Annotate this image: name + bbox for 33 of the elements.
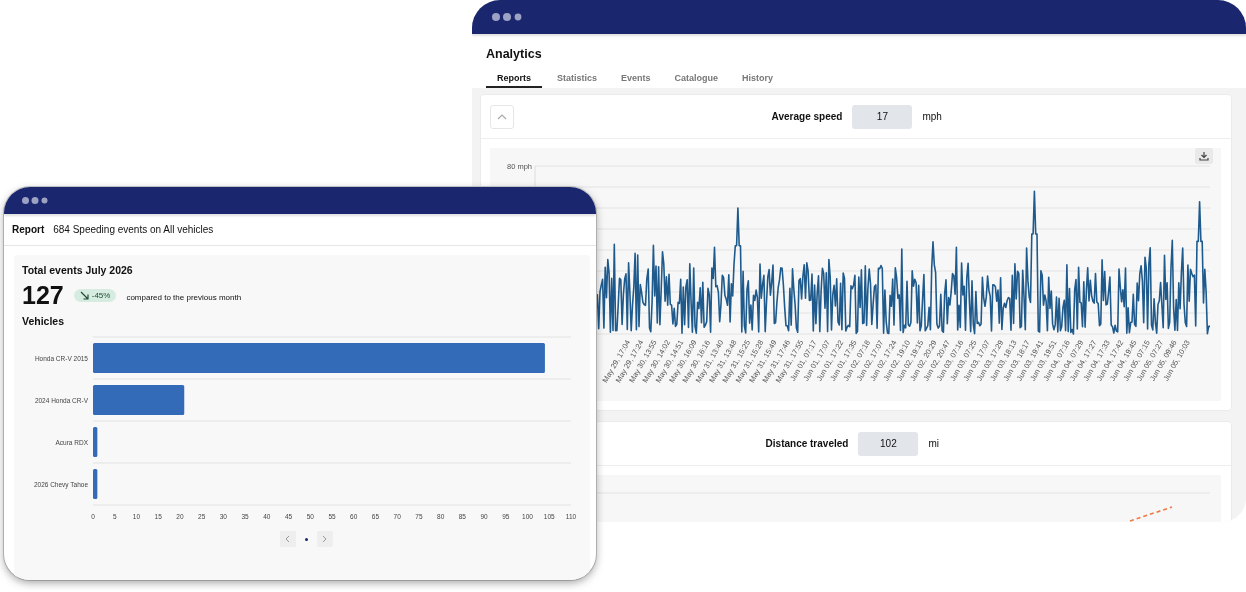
- trend-line: [1129, 506, 1173, 522]
- chevron-right-icon: [322, 535, 327, 543]
- metric-label: Average speed: [771, 111, 843, 122]
- summary-title: Total events July 2026: [22, 264, 134, 276]
- change-note: compared to the previous month: [126, 292, 242, 302]
- tab[interactable]: History: [733, 71, 783, 88]
- window-controls-icon: [22, 197, 48, 204]
- previous-button[interactable]: [279, 531, 296, 547]
- bar: [93, 469, 98, 499]
- arrow-down-right-icon: [79, 290, 89, 300]
- tab[interactable]: Statistics: [548, 71, 607, 88]
- report-title: 684 Speeding events on All vehicles: [53, 224, 214, 235]
- tab[interactable]: Events: [612, 71, 660, 88]
- metric-unit: mph: [922, 111, 943, 122]
- download-button[interactable]: [1195, 148, 1213, 164]
- chevron-left-icon: [285, 535, 290, 543]
- total-count: 127: [22, 281, 64, 309]
- change-value: -45%: [91, 290, 111, 300]
- collapse-button[interactable]: [490, 105, 514, 129]
- bar: [93, 427, 98, 457]
- metric-value: 102: [858, 431, 919, 456]
- metric-value: 17: [852, 104, 913, 129]
- chart-title: Vehicles: [22, 315, 66, 327]
- chevron-up-icon: [497, 114, 507, 120]
- page-dot[interactable]: [304, 537, 308, 541]
- next-button[interactable]: [316, 531, 333, 547]
- metric-unit: mi: [928, 438, 940, 449]
- page-title: Analytics: [486, 47, 543, 61]
- metric-label: Distance traveled: [765, 438, 849, 449]
- window-controls-icon: [492, 13, 522, 21]
- tab[interactable]: Catalogue: [665, 71, 728, 88]
- download-icon: [1199, 151, 1209, 161]
- report-label: Report: [12, 224, 45, 235]
